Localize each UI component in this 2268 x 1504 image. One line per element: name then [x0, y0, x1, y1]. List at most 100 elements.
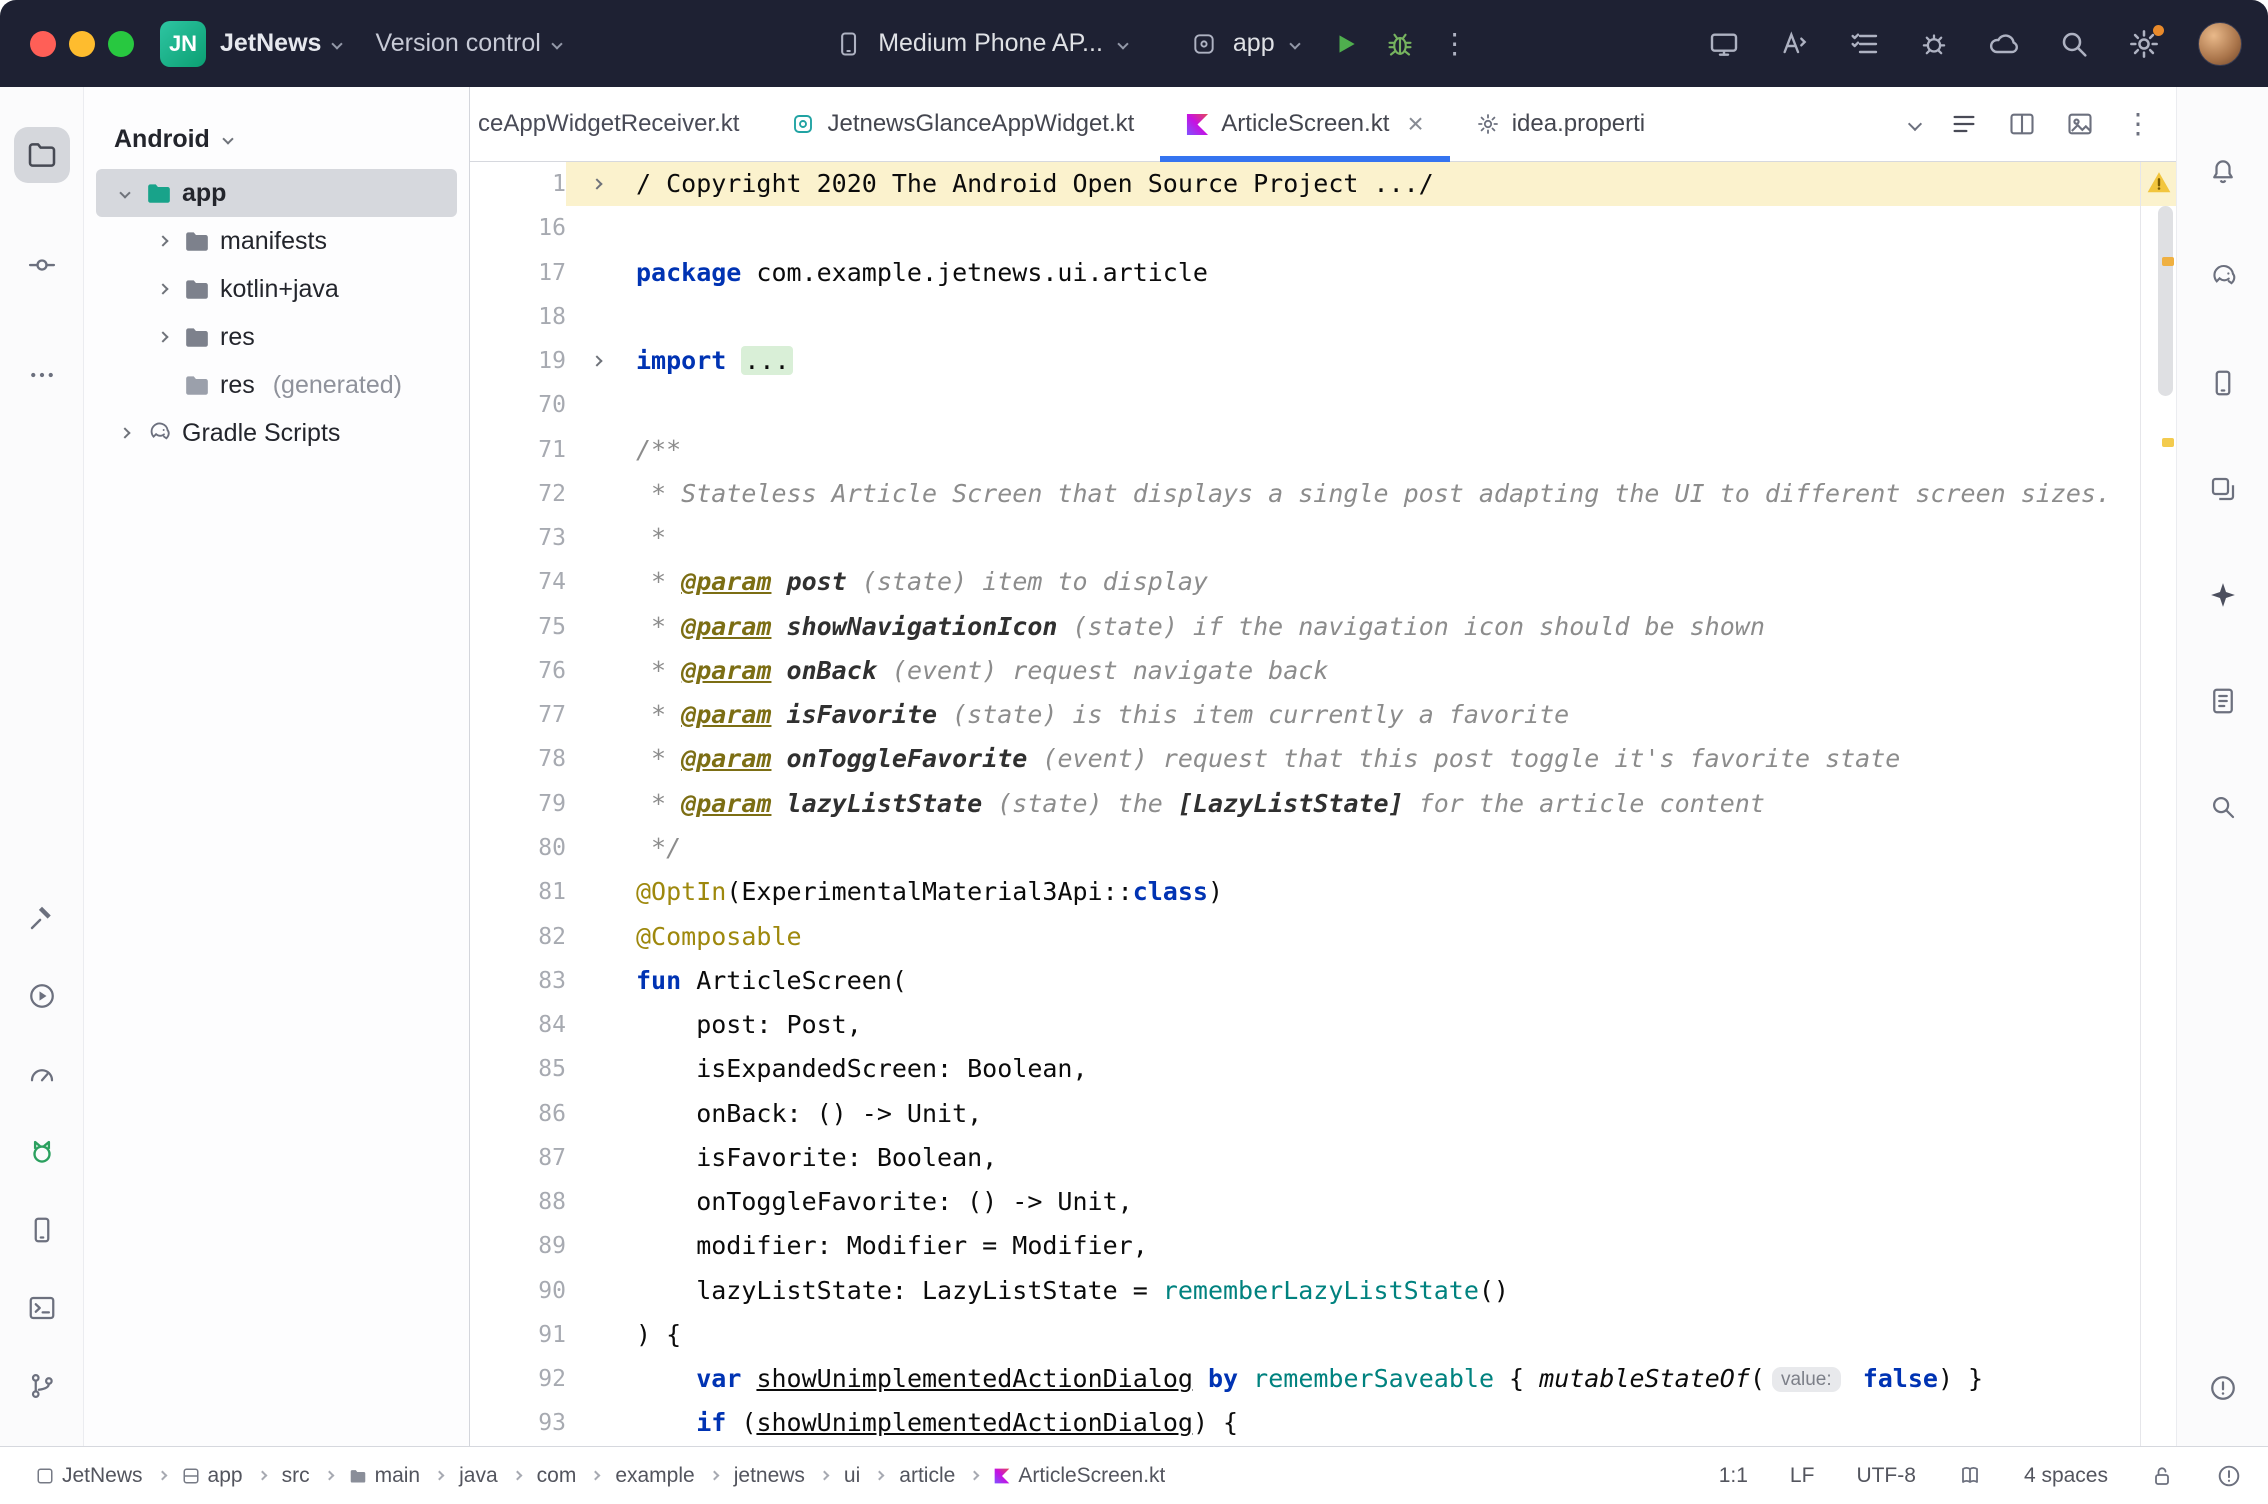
profiler-icon[interactable] [14, 1046, 70, 1102]
code-line[interactable]: 18 [470, 295, 2176, 339]
line-number[interactable]: 19 [470, 339, 566, 383]
line-number[interactable]: 75 [470, 605, 566, 649]
app-quality-insights-icon[interactable] [2195, 673, 2251, 729]
tree-item-kotlin-java[interactable]: kotlin+java [96, 265, 457, 313]
project-tool-button[interactable] [14, 127, 70, 183]
line-number[interactable]: 79 [470, 782, 566, 826]
running-devices-icon[interactable] [2195, 461, 2251, 517]
error-indicator-icon[interactable] [2216, 1463, 2242, 1489]
write-access-lock-icon[interactable] [2150, 1464, 2174, 1488]
gutter-fold-area[interactable] [566, 870, 628, 914]
tab-glance-widget[interactable]: JetnewsGlanceAppWidget.kt [765, 87, 1160, 161]
more-editor-options-icon[interactable]: ⋮ [2124, 110, 2152, 138]
split-editor-icon[interactable] [2008, 110, 2036, 138]
code-line[interactable]: 87 isFavorite: Boolean, [470, 1136, 2176, 1180]
build-analyzer-icon[interactable] [1918, 28, 1950, 60]
preview-icon[interactable] [2066, 110, 2094, 138]
line-number[interactable]: 84 [470, 1003, 566, 1047]
gutter-fold-area[interactable] [566, 1180, 628, 1224]
project-view-selector[interactable]: Android [84, 109, 469, 169]
line-separator[interactable]: LF [1790, 1464, 1815, 1488]
gutter-fold-area[interactable] [566, 1313, 628, 1357]
gutter-fold-area[interactable] [566, 206, 628, 250]
gutter-fold-area[interactable] [566, 1003, 628, 1047]
code-text[interactable]: ) { [628, 1313, 681, 1357]
code-line[interactable]: 81@OptIn(ExperimentalMaterial3Api::class… [470, 870, 2176, 914]
line-number[interactable]: 81 [470, 870, 566, 914]
notifications-bell-icon[interactable] [2195, 143, 2251, 199]
gradle-tool-icon[interactable] [2195, 249, 2251, 305]
line-number[interactable]: 80 [470, 826, 566, 870]
more-run-options-icon[interactable]: ⋮ [1441, 30, 1469, 58]
code-line[interactable]: 91) { [470, 1313, 2176, 1357]
code-line[interactable]: 75 * @param showNavigationIcon (state) i… [470, 605, 2176, 649]
code-line[interactable]: 71 /** [470, 428, 2176, 472]
code-line[interactable]: 74 * @param post (state) item to display [470, 560, 2176, 604]
code-line[interactable]: 84 post: Post, [470, 1003, 2176, 1047]
line-number[interactable]: 70 [470, 383, 566, 427]
code-line[interactable]: 73 * [470, 516, 2176, 560]
gutter-fold-area[interactable] [566, 339, 628, 383]
code-line[interactable]: 76 * @param onBack (event) request navig… [470, 649, 2176, 693]
caret-position[interactable]: 1:1 [1719, 1464, 1748, 1488]
code-text[interactable]: */ [628, 826, 681, 870]
code-line[interactable]: 77 * @param isFavorite (state) is this i… [470, 693, 2176, 737]
code-text[interactable]: post: Post, [628, 1003, 862, 1047]
code-line[interactable]: 17package com.example.jetnews.ui.article [470, 251, 2176, 295]
code-text[interactable]: modifier: Modifier = Modifier, [628, 1224, 1148, 1268]
gutter-fold-area[interactable] [566, 826, 628, 870]
line-number[interactable]: 85 [470, 1047, 566, 1091]
gutter-fold-area[interactable] [566, 1357, 628, 1401]
code-text[interactable]: import ... [628, 339, 793, 383]
device-explorer-icon[interactable] [14, 1202, 70, 1258]
code-text[interactable]: onToggleFavorite: () -> Unit, [628, 1180, 1133, 1224]
code-text[interactable] [628, 383, 636, 427]
gutter-fold-area[interactable] [566, 295, 628, 339]
code-text[interactable]: isExpandedScreen: Boolean, [628, 1047, 1088, 1091]
editor-scrollbar[interactable] [2158, 206, 2173, 396]
line-number[interactable]: 89 [470, 1224, 566, 1268]
breadcrumb-project[interactable]: JetNews [36, 1464, 143, 1488]
line-number[interactable]: 73 [470, 516, 566, 560]
line-number[interactable]: 78 [470, 737, 566, 781]
code-text[interactable]: * @param isFavorite (state) is this item… [628, 693, 1569, 737]
tab-receiver[interactable]: ceAppWidgetReceiver.kt [470, 87, 765, 161]
fold-chevron-icon[interactable] [591, 356, 602, 367]
commit-icon[interactable] [14, 237, 70, 293]
code-text[interactable] [628, 206, 636, 250]
line-number[interactable]: 93 [470, 1401, 566, 1445]
line-number[interactable]: 77 [470, 693, 566, 737]
gutter-fold-area[interactable] [566, 737, 628, 781]
line-number[interactable]: 74 [470, 560, 566, 604]
code-line[interactable]: 70 [470, 383, 2176, 427]
reading-mode-icon[interactable] [1958, 1464, 1982, 1488]
line-number[interactable]: 71 [470, 428, 566, 472]
breadcrumb-item[interactable]: src [282, 1464, 310, 1488]
code-line[interactable]: 92 var showUnimplementedActionDialog by … [470, 1357, 2176, 1401]
tab-idea-properties[interactable]: idea.properti [1450, 87, 1645, 161]
code-line[interactable]: 86 onBack: () -> Unit, [470, 1092, 2176, 1136]
backup-sync-icon[interactable] [1988, 28, 2020, 60]
line-number[interactable]: 18 [470, 295, 566, 339]
run-tool-icon[interactable] [14, 968, 70, 1024]
code-text[interactable]: /** [628, 428, 681, 472]
inspection-warning-icon[interactable] [2146, 170, 2172, 200]
settings-icon[interactable] [2128, 28, 2160, 60]
more-tool-windows-icon[interactable] [14, 347, 70, 403]
code-text[interactable]: * @param onBack (event) request navigate… [628, 649, 1328, 693]
run-button[interactable] [1333, 31, 1359, 57]
code-line[interactable]: 88 onToggleFavorite: () -> Unit, [470, 1180, 2176, 1224]
gutter-fold-area[interactable] [566, 1047, 628, 1091]
tab-article-screen[interactable]: ArticleScreen.kt × [1160, 87, 1449, 161]
find-tool-icon[interactable] [2195, 779, 2251, 835]
code-text[interactable]: * @param lazyListState (state) the [Lazy… [628, 782, 1765, 826]
gutter-fold-area[interactable] [566, 162, 628, 206]
debug-button[interactable] [1385, 29, 1415, 59]
code-text[interactable]: var showUnimplementedActionDialog by rem… [628, 1357, 1983, 1401]
code-line[interactable]: 72 * Stateless Article Screen that displ… [470, 472, 2176, 516]
tree-item-res-generated[interactable]: res (generated) [96, 361, 457, 409]
code-text[interactable]: lazyListState: LazyListState = rememberL… [628, 1269, 1509, 1313]
code-line[interactable]: 80 */ [470, 826, 2176, 870]
scrollbar-warning-mark[interactable] [2162, 257, 2174, 266]
breadcrumb-item[interactable]: java [459, 1464, 498, 1488]
